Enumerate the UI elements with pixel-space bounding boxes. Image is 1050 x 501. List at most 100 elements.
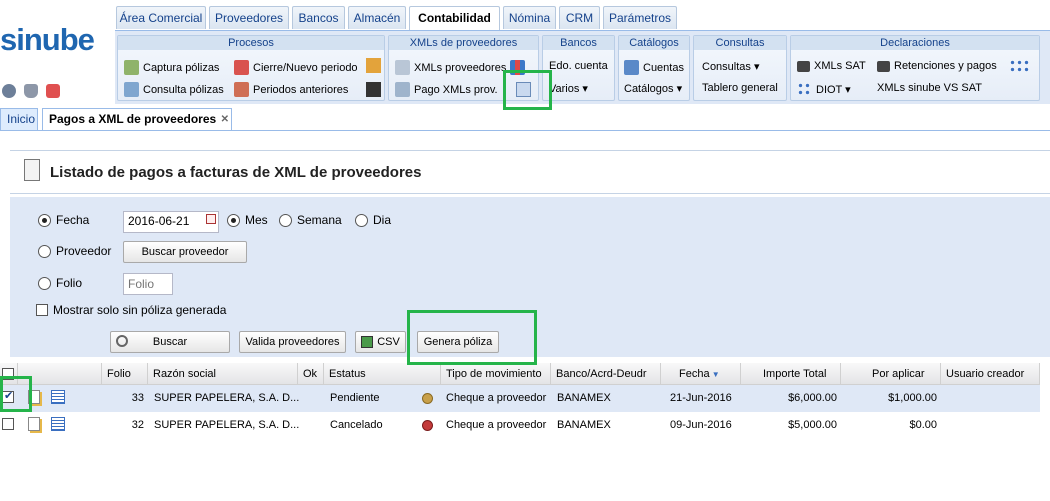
- radio-on: [38, 213, 51, 227]
- csv-icon: [361, 336, 374, 348]
- tab-inicio[interactable]: Inicio: [0, 108, 38, 130]
- tablero-general-button[interactable]: Tablero general: [702, 82, 778, 94]
- diot-dropdown[interactable]: DIOT ▾: [797, 82, 851, 97]
- buscar-proveedor-button[interactable]: Buscar proveedor: [123, 241, 247, 263]
- tab-crm[interactable]: CRM: [559, 6, 600, 29]
- dia-radio[interactable]: Dia: [355, 213, 391, 227]
- bell-icon[interactable]: [24, 84, 38, 98]
- folio-radio[interactable]: Folio: [38, 276, 82, 290]
- cell-por-aplicar: $0.00: [909, 419, 937, 431]
- search-form-icon: [124, 82, 139, 97]
- pagos-grid: Folio Razón social Ok Estatus Tipo de mo…: [0, 363, 1050, 501]
- col-ok[interactable]: Ok: [298, 363, 324, 385]
- captura-polizas-button[interactable]: Captura pólizas: [124, 60, 219, 75]
- label: Mostrar solo sin póliza generada: [53, 303, 227, 317]
- col-fecha[interactable]: Fecha ▼: [661, 363, 741, 385]
- label: Fecha: [679, 368, 710, 380]
- varios-dropdown[interactable]: Varios ▾: [549, 82, 588, 95]
- xmls-sat-button[interactable]: XMLs SAT: [797, 60, 866, 72]
- col-tipo[interactable]: Tipo de movimiento: [441, 363, 551, 385]
- group-bancos: Bancos Edo. cuenta Varios ▾: [542, 35, 615, 101]
- close-icon[interactable]: ✕: [221, 109, 229, 130]
- col-usuario[interactable]: Usuario creador: [941, 363, 1040, 385]
- label: Semana: [297, 213, 342, 227]
- page-header: Listado de pagos a facturas de XML de pr…: [10, 150, 1050, 194]
- sinube-logo: sinube: [0, 22, 95, 57]
- value: 2016-06-21: [128, 214, 190, 228]
- calendar-365-icon[interactable]: [366, 82, 381, 97]
- document-icon: [24, 159, 40, 181]
- detail-icon[interactable]: [51, 390, 65, 404]
- tab-proveedores[interactable]: Proveedores: [209, 6, 289, 29]
- fecha-radio[interactable]: Fecha: [38, 213, 89, 227]
- calendar-icon[interactable]: [206, 214, 216, 224]
- calendar-grid-icon[interactable]: [366, 58, 381, 73]
- label: Catálogos ▾: [624, 83, 683, 95]
- cell-tipo: Cheque a proveedor: [446, 419, 547, 431]
- label: XMLs sinube VS SAT: [877, 82, 982, 94]
- col-banco[interactable]: Banco/Acrd-Deudr: [551, 363, 661, 385]
- row-checkbox[interactable]: [2, 418, 14, 430]
- consulta-polizas-button[interactable]: Consulta pólizas: [124, 82, 224, 97]
- edo-cuenta-button[interactable]: Edo. cuenta: [549, 60, 608, 72]
- col-razon-social[interactable]: Razón social: [148, 363, 298, 385]
- valida-proveedores-button[interactable]: Valida proveedores: [239, 331, 346, 353]
- cell-importe: $5,000.00: [788, 419, 837, 431]
- edit-icon[interactable]: [28, 417, 40, 431]
- group-title: Procesos: [118, 36, 384, 50]
- csv-button[interactable]: CSV: [355, 331, 406, 353]
- tab-pagos-xml[interactable]: Pagos a XML de proveedores ✕: [42, 108, 232, 130]
- cell-folio: 32: [131, 419, 144, 431]
- group-title: XMLs de proveedores: [389, 36, 538, 50]
- semana-radio[interactable]: Semana: [279, 213, 342, 227]
- label: Tablero general: [702, 82, 778, 94]
- pago-xmls-button[interactable]: Pago XMLs prov.: [395, 82, 498, 97]
- col-importe[interactable]: Importe Total: [741, 363, 841, 385]
- proveedor-radio[interactable]: Proveedor: [38, 244, 111, 258]
- solo-sin-poliza-checkbox[interactable]: Mostrar solo sin póliza generada: [36, 303, 226, 317]
- xml-doc-icon: [395, 60, 410, 75]
- group-title: Consultas: [694, 36, 786, 50]
- tab-area-comercial[interactable]: Área Comercial: [116, 6, 206, 29]
- radio-off: [38, 276, 51, 290]
- list-icon: [624, 60, 639, 75]
- col-folio[interactable]: Folio: [102, 363, 148, 385]
- consultas-dropdown[interactable]: Consultas ▾: [702, 60, 760, 73]
- cierre-periodo-button[interactable]: Cierre/Nuevo periodo: [234, 60, 358, 75]
- group-catalogos: Catálogos Cuentas Catálogos ▾: [618, 35, 690, 101]
- cuentas-button[interactable]: Cuentas: [624, 60, 684, 75]
- chat-icon[interactable]: [46, 84, 60, 98]
- tab-bancos[interactable]: Bancos: [292, 6, 345, 29]
- buscar-button[interactable]: Buscar: [110, 331, 230, 353]
- group-procesos: Procesos Captura pólizas Cierre/Nuevo pe…: [117, 35, 385, 101]
- label: Cuentas: [643, 61, 684, 74]
- top-icons: [2, 84, 60, 98]
- tab-almacen[interactable]: Almacén: [348, 6, 406, 29]
- apps-dropdown-icon[interactable]: [1009, 59, 1031, 73]
- sort-desc-icon: ▼: [709, 370, 720, 379]
- periodos-anteriores-button[interactable]: Periodos anteriores: [234, 82, 348, 97]
- tab-contabilidad[interactable]: Contabilidad: [409, 6, 500, 30]
- fecha-input[interactable]: 2016-06-21: [123, 211, 219, 233]
- table-row[interactable]: ✔ 33 SUPER PAPELERA, S.A. D... Pendiente…: [0, 385, 1040, 412]
- label: Cierre/Nuevo periodo: [253, 61, 358, 74]
- cell-estatus: Cancelado: [330, 419, 383, 431]
- label: Retenciones y pagos: [894, 60, 997, 72]
- catalogos-dropdown[interactable]: Catálogos ▾: [624, 82, 682, 95]
- mes-radio[interactable]: Mes: [227, 213, 268, 227]
- tab-parametros[interactable]: Parámetros: [603, 6, 677, 29]
- col-estatus[interactable]: Estatus: [324, 363, 441, 385]
- col-por-aplicar[interactable]: Por aplicar: [841, 363, 941, 385]
- folio-input[interactable]: [123, 273, 173, 295]
- status-dot: [422, 420, 433, 431]
- table-row[interactable]: 32 SUPER PAPELERA, S.A. D... Cancelado C…: [0, 412, 1040, 439]
- globe-icon[interactable]: [2, 84, 16, 98]
- xmls-sinube-vs-sat-button[interactable]: XMLs sinube VS SAT: [877, 82, 982, 94]
- detail-icon[interactable]: [51, 417, 65, 431]
- retenciones-pagos-button[interactable]: Retenciones y pagos: [877, 60, 997, 72]
- tab-nomina[interactable]: Nómina: [503, 6, 556, 29]
- calendar-icon: [234, 60, 249, 75]
- group-title: Catálogos: [619, 36, 689, 50]
- label: XMLs proveedores: [414, 61, 507, 74]
- form-icon: [124, 60, 139, 75]
